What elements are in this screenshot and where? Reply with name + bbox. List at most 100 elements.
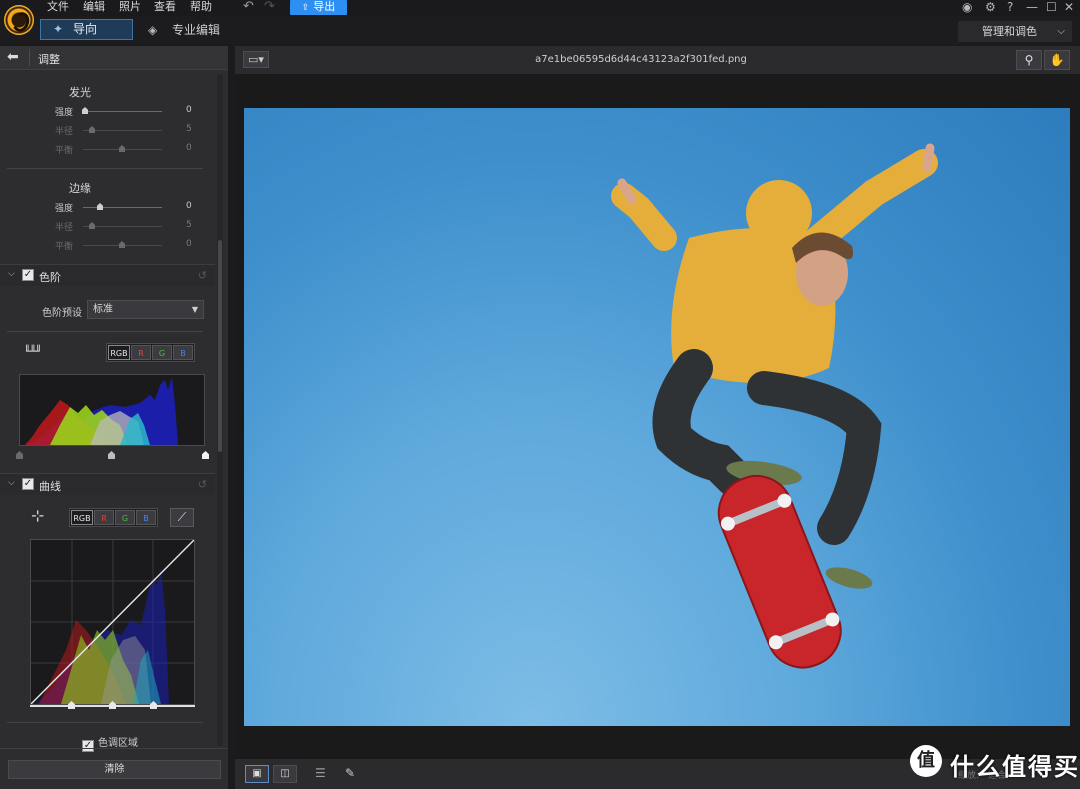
close-icon[interactable]: ✕ — [1064, 0, 1074, 14]
edge-title: 边缘 — [69, 182, 91, 195]
align-icon[interactable]: ☰ — [315, 765, 326, 781]
file-name: a7e1be06595d6d44c43123a2f301fed.png — [535, 54, 747, 65]
divider — [7, 331, 203, 332]
levels-title: 色阶 — [39, 271, 61, 284]
curves-checkbox[interactable]: ✓ — [22, 478, 34, 490]
divider — [7, 722, 203, 723]
mode-bar: ✦ 导向 ◈ 专业编辑 — [0, 16, 1080, 44]
hand-pan-icon[interactable]: ✋ — [1044, 50, 1070, 70]
notification-icon[interactable]: ◉ — [962, 0, 972, 14]
target-adjust-icon[interactable]: ⊹ — [31, 506, 44, 525]
curve-preset-icon[interactable]: ⟋ — [170, 508, 194, 527]
channel-g-button[interactable]: G — [115, 510, 135, 525]
menu-photo[interactable]: 照片 — [119, 0, 141, 14]
help-icon[interactable]: ? — [1007, 0, 1013, 14]
divider — [0, 748, 228, 749]
channel-rgb-button[interactable]: RGB — [108, 345, 130, 360]
panel-header: ⬅ 调整 — [0, 46, 228, 70]
upload-icon: ⇪ — [301, 3, 310, 13]
slider-knob[interactable] — [89, 222, 95, 229]
gear-icon[interactable]: ⚙ — [985, 0, 996, 14]
slider-knob[interactable] — [119, 241, 125, 248]
photo-skateboarder — [244, 108, 1070, 726]
minimize-icon[interactable]: — — [1026, 0, 1038, 14]
channel-b-button[interactable]: B — [173, 345, 193, 360]
divider — [29, 49, 30, 66]
slider-label: 半径 — [55, 223, 74, 233]
export-button[interactable]: ⇪ 导出 — [290, 0, 347, 15]
slider-knob[interactable] — [82, 107, 88, 114]
slider-knob[interactable] — [89, 126, 95, 133]
panel-title: 调整 — [38, 53, 60, 66]
slider-knob[interactable] — [97, 203, 103, 210]
slider-value: 0 — [186, 105, 192, 115]
slider-label: 平衡 — [55, 146, 74, 156]
channel-r-button[interactable]: R — [94, 510, 114, 525]
slider-value: 0 — [186, 239, 192, 249]
slider-track[interactable] — [83, 111, 162, 112]
reset-icon[interactable]: ↺ — [198, 478, 207, 491]
manage-dropdown-label: 管理和调色 — [982, 25, 1037, 38]
tab-guide[interactable]: ✦ 导向 — [40, 19, 133, 40]
menu-help[interactable]: 帮助 — [190, 0, 212, 14]
menu-file[interactable]: 文件 — [47, 0, 69, 14]
compare-view-icon[interactable]: ◫ — [273, 765, 297, 783]
curve-graph — [30, 539, 195, 705]
slider-label: 强度 — [55, 108, 74, 118]
levels-black-point-knob[interactable] — [16, 451, 23, 459]
levels-preset-select[interactable]: 标准 ▼ — [87, 300, 204, 319]
levels-section-header[interactable]: ⌵ ✓ 色阶 ↺ — [0, 264, 215, 286]
zoom-magnifier-icon[interactable]: ⚲ — [1016, 50, 1042, 70]
levels-white-point-knob[interactable] — [202, 451, 209, 459]
channel-b-button[interactable]: B — [136, 510, 156, 525]
menu-bar: 文件 编辑 照片 查看 帮助 ↶ ↷ ⇪ 导出 ◉ ⚙ ? — ☐ ✕ — [0, 0, 1080, 16]
slider-label: 半径 — [55, 127, 74, 137]
slider-label: 强度 — [55, 204, 74, 214]
ruler-icon[interactable]: ╙╨╜ — [24, 345, 42, 358]
tab-guide-label: 导向 — [73, 22, 98, 36]
undo-icon[interactable]: ↶ — [243, 0, 254, 14]
chevron-down-icon: ⌵ — [1057, 26, 1065, 37]
watermark-logo: 值 — [910, 745, 942, 777]
slider-value: 5 — [186, 220, 192, 230]
slider-track[interactable] — [83, 207, 162, 208]
watermark-text: 什么值得买 — [950, 753, 1080, 781]
curves-title: 曲线 — [39, 480, 61, 493]
brush-erase-icon[interactable]: ✎ — [345, 765, 355, 781]
magic-wand-icon: ✦ — [53, 22, 64, 36]
levels-checkbox[interactable]: ✓ — [22, 269, 34, 281]
levels-histogram — [19, 374, 205, 446]
levels-preset-label: 色阶预设 — [42, 308, 82, 319]
tab-pro-edit[interactable]: ◈ 专业编辑 — [148, 20, 220, 40]
levels-gamma-knob[interactable] — [108, 451, 115, 459]
curves-section-header[interactable]: ⌵ ✓ 曲线 ↺ — [0, 473, 215, 495]
tone-area-checkbox[interactable]: ✓ — [82, 740, 94, 752]
adjust-panel: ⬅ 调整 发光 强度 0 半径 5 平衡 0 边缘 强度 0 半径 5 平衡 0 ⌵ ✓ 色阶 ↺ … — [0, 46, 228, 789]
reset-icon[interactable]: ↺ — [198, 269, 207, 282]
back-arrow-icon[interactable]: ⬅ — [7, 49, 19, 65]
panel-scrollbar-thumb[interactable] — [218, 240, 222, 452]
single-view-icon[interactable]: ▣ — [245, 765, 269, 783]
levels-preset-value: 标准 — [93, 304, 113, 315]
slider-value: 0 — [186, 201, 192, 211]
slider-label: 平衡 — [55, 242, 74, 252]
slider-value: 0 — [186, 143, 192, 153]
maximize-icon[interactable]: ☐ — [1046, 0, 1057, 14]
redo-icon[interactable]: ↷ — [264, 0, 275, 14]
chevron-down-icon[interactable]: ⌵ — [8, 478, 15, 488]
curves-channel-selector: RGB R G B — [69, 508, 158, 527]
dropdown-arrow-icon: ▼ — [191, 305, 198, 314]
viewer-toolbar: ▭▾ a7e1be06595d6d44c43123a2f301fed.png ⚲… — [235, 46, 1080, 74]
menu-view[interactable]: 查看 — [154, 0, 176, 14]
clear-button[interactable]: 清除 — [8, 760, 221, 779]
channel-r-button[interactable]: R — [131, 345, 151, 360]
chevron-down-icon[interactable]: ⌵ — [8, 269, 15, 279]
export-label: 导出 — [313, 0, 336, 13]
manage-color-dropdown[interactable]: 管理和调色 ⌵ — [958, 21, 1072, 42]
channel-g-button[interactable]: G — [152, 345, 172, 360]
histogram-graph — [25, 377, 178, 445]
channel-rgb-button[interactable]: RGB — [71, 510, 93, 525]
slider-knob[interactable] — [119, 145, 125, 152]
menu-edit[interactable]: 编辑 — [83, 0, 105, 14]
tone-curve-graph[interactable] — [30, 539, 195, 705]
